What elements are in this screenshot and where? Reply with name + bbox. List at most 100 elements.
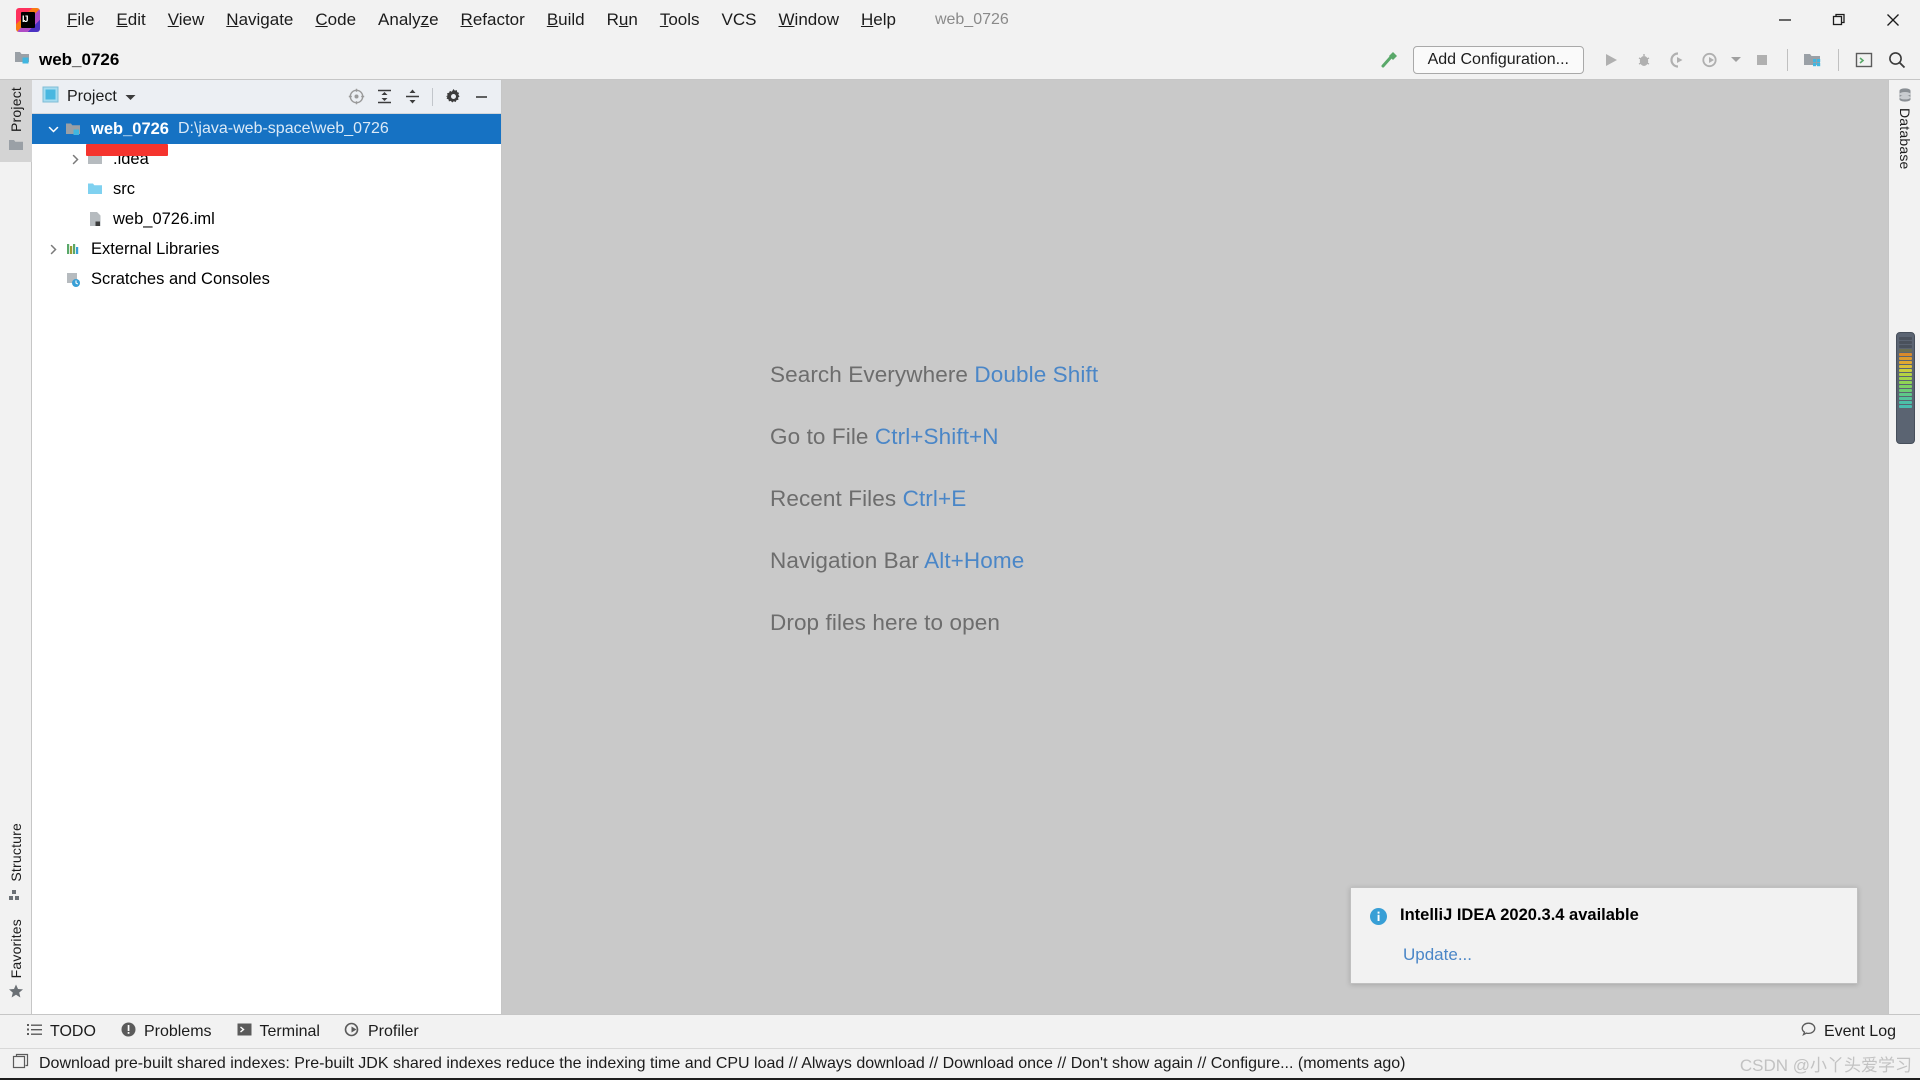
left-rail-top-group: Project [0, 80, 32, 162]
menu-item-file[interactable]: File [56, 6, 105, 34]
status-bar-todo-button[interactable]: TODO [14, 1018, 108, 1046]
indexes-icon [12, 1053, 29, 1075]
add-configuration-button[interactable]: Add Configuration... [1412, 45, 1584, 74]
rail-button-project[interactable]: Project [0, 80, 32, 162]
rail-button-structure[interactable]: Structure [0, 816, 32, 912]
toolwindow-separator [432, 87, 433, 106]
menu-item-view[interactable]: View [157, 6, 216, 34]
tree-row[interactable]: External Libraries [32, 234, 501, 264]
workspace: Project Structure Favorites Project web_… [0, 80, 1920, 1014]
menu-item-vcs[interactable]: VCS [711, 6, 768, 34]
status-bar-problems-label: Problems [143, 1022, 212, 1040]
database-icon [1897, 87, 1913, 103]
close-icon[interactable] [1866, 0, 1920, 40]
menu-item-edit[interactable]: Edit [105, 6, 156, 34]
project-folder-icon [8, 137, 24, 153]
menu-item-navigate[interactable]: Navigate [215, 6, 304, 34]
restore-icon[interactable] [1812, 0, 1866, 40]
terminal-icon [236, 1021, 253, 1043]
tree-row[interactable]: .idea [32, 144, 501, 174]
status-bar-items: TODO Problems Terminal Profiler [14, 1018, 431, 1046]
menu-item-build[interactable]: Build [536, 6, 596, 34]
chevron-down-icon[interactable] [1728, 45, 1744, 75]
update-notification: IntelliJ IDEA 2020.3.4 available Update.… [1350, 887, 1858, 984]
hammer-icon[interactable] [1374, 45, 1404, 75]
chevron-collapsed-icon[interactable] [64, 154, 86, 165]
project-view-icon [42, 86, 59, 108]
info-icon [1369, 907, 1388, 931]
navigation-bar[interactable]: web_0726 [14, 49, 119, 70]
gear-icon[interactable] [441, 85, 465, 109]
project-tool-window-header: Project [32, 80, 501, 114]
status-bar-todo-label: TODO [50, 1022, 96, 1040]
ide-message-bar: Download pre-built shared indexes: Pre-b… [0, 1048, 1920, 1078]
right-rail-group: Database [1889, 80, 1920, 179]
rail-button-favorites[interactable]: Favorites [0, 912, 32, 1008]
event-log-button[interactable]: Event Log [1788, 1018, 1908, 1046]
run-icon[interactable] [1596, 45, 1626, 75]
menu-item-run[interactable]: Run [596, 6, 649, 34]
redaction-bar [86, 144, 168, 156]
menu-item-help[interactable]: Help [850, 6, 907, 34]
project-structure-icon[interactable] [1798, 45, 1828, 75]
menu-item-analyze[interactable]: Analyze [367, 6, 450, 34]
editor-tip: Recent Files Ctrl+E [770, 486, 967, 511]
terminal-icon[interactable] [1849, 45, 1879, 75]
project-tree[interactable]: web_0726 D:\java-web-space\web_0726 .idea s… [32, 114, 501, 1014]
tree-row[interactable]: Scratches and Consoles [32, 264, 501, 294]
run-coverage-icon[interactable] [1662, 45, 1692, 75]
editor-tip-shortcut: Double Shift [974, 362, 1099, 387]
status-bar-problems-button[interactable]: Problems [108, 1018, 224, 1046]
module-folder-icon [64, 121, 84, 137]
minimize-icon[interactable] [1758, 0, 1812, 40]
iml-file-icon [86, 211, 106, 227]
menu-item-refactor[interactable]: Refactor [450, 6, 536, 34]
rail-button-database[interactable]: Database [1889, 80, 1920, 179]
rail-label-project: Project [8, 87, 24, 132]
status-bar-profiler-button[interactable]: Profiler [332, 1018, 431, 1046]
profile-icon[interactable] [1695, 45, 1725, 75]
project-tool-window: Project web_0726 D:\java-web-space\web_0… [32, 80, 502, 1014]
editor-tip-shortcut: Ctrl+Shift+N [874, 424, 999, 449]
analysis-stripe[interactable] [1896, 332, 1915, 444]
menu-item-window[interactable]: Window [768, 6, 850, 34]
status-bar: TODO Problems Terminal Profiler Event Log [0, 1014, 1920, 1048]
profiler-icon [344, 1021, 361, 1043]
shared-indexes-message[interactable]: Download pre-built shared indexes: Pre-b… [39, 1055, 1405, 1073]
todo-list-icon [26, 1021, 43, 1043]
expand-all-icon[interactable] [372, 85, 396, 109]
menu-bar: FileEditViewNavigateCodeAnalyzeRefactorB… [0, 0, 1920, 40]
editor-tips-list: Search Everywhere Double Shift Go to File… [770, 362, 1098, 636]
menu-item-tools[interactable]: Tools [649, 6, 711, 34]
status-bar-terminal-button[interactable]: Terminal [224, 1018, 332, 1046]
tree-row[interactable]: web_0726 D:\java-web-space\web_0726 [32, 114, 501, 144]
tree-item-label: web_0726.iml [113, 209, 215, 228]
editor-tip: Go to File Ctrl+Shift+N [770, 424, 999, 449]
toolbar-actions: Add Configuration... [1374, 45, 1920, 75]
stop-icon[interactable] [1747, 45, 1777, 75]
target-icon[interactable] [344, 85, 368, 109]
intellij-idea-window: FileEditViewNavigateCodeAnalyzeRefactorB… [0, 0, 1920, 1080]
debug-icon[interactable] [1629, 45, 1659, 75]
collapse-all-icon[interactable] [400, 85, 424, 109]
tree-item-label: web_0726 [91, 119, 169, 138]
search-icon[interactable] [1882, 45, 1912, 75]
csdn-watermark: CSDN @小丫头爱学习 [1739, 1056, 1912, 1075]
toolbar-separator-2 [1838, 48, 1839, 71]
tree-row[interactable]: web_0726.iml [32, 204, 501, 234]
scratches-icon [64, 271, 84, 287]
window-controls [1758, 0, 1920, 40]
source-folder-icon [86, 181, 106, 197]
problems-icon [120, 1021, 137, 1043]
tree-item-label: External Libraries [91, 239, 220, 258]
main-toolbar: web_0726 Add Configuration... [0, 40, 1920, 80]
tree-item-label: src [113, 179, 135, 198]
chevron-expanded-icon[interactable] [42, 124, 64, 135]
notification-update-link[interactable]: Update... [1403, 945, 1839, 965]
chevron-down-icon[interactable] [125, 88, 136, 106]
libraries-icon [64, 241, 84, 257]
minus-icon[interactable] [469, 85, 493, 109]
menu-item-code[interactable]: Code [304, 6, 367, 34]
tree-row[interactable]: src [32, 174, 501, 204]
chevron-collapsed-icon[interactable] [42, 244, 64, 255]
